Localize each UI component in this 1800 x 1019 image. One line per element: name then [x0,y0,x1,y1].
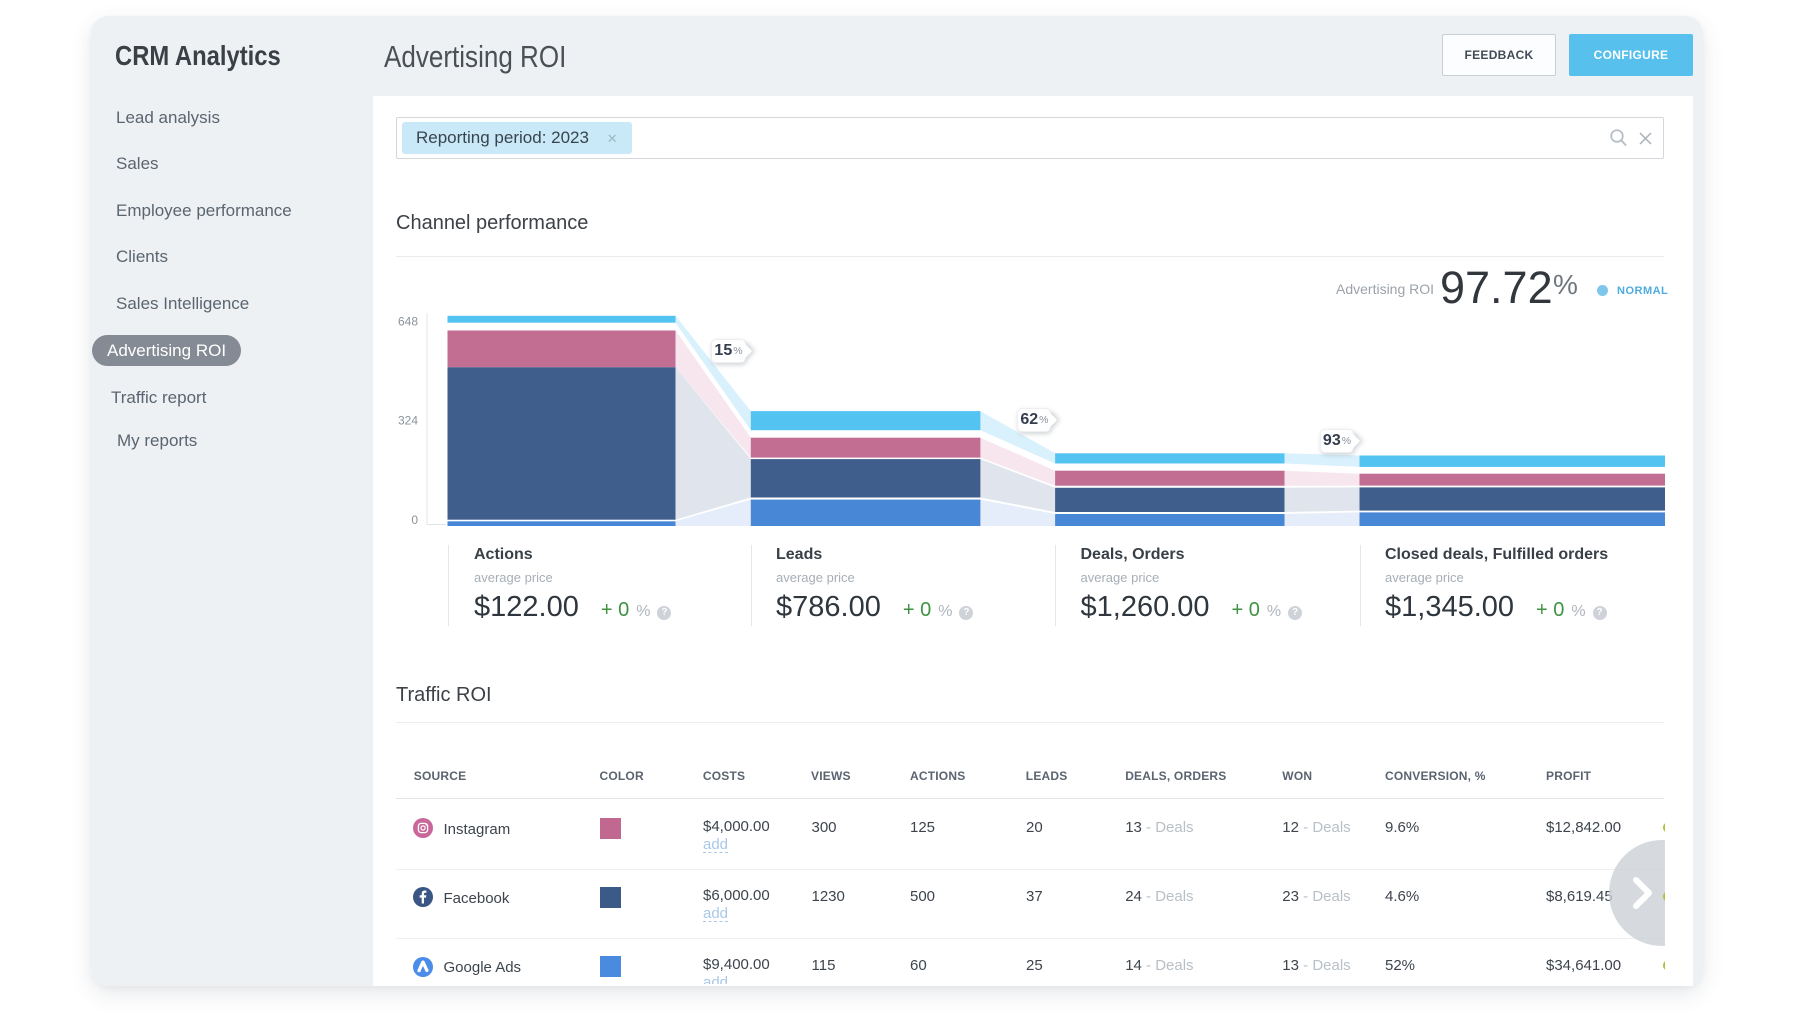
svg-text:0: 0 [411,513,418,527]
svg-text:648: 648 [398,314,418,328]
svg-text:324: 324 [398,414,418,428]
